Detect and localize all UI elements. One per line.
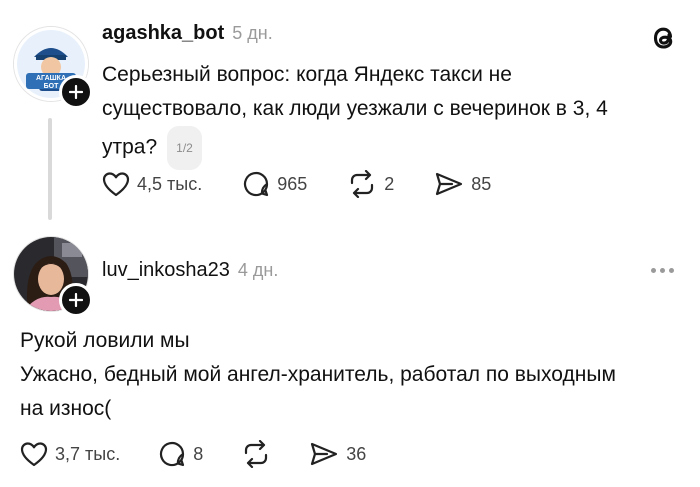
repost-button[interactable] [241,440,271,468]
post-text: Серьезный вопрос: когда Яндекс такси не … [102,58,662,170]
post-header: agashka_bot 5 дн. [102,22,273,45]
more-options-icon[interactable] [651,268,674,273]
comment-icon [244,171,269,197]
heart-icon [102,172,130,197]
post-text-line: существовало, как люди уезжали с вечерин… [102,97,608,120]
follow-plus-button[interactable] [59,75,93,109]
share-button[interactable]: 85 [434,171,491,197]
like-button[interactable]: 4,5 тыс. [102,171,202,197]
post-text: Рукой ловили мы Ужасно, бедный мой ангел… [20,324,685,426]
plus-icon [69,85,83,99]
post-header: luv_inkosha23 4 дн. [102,259,278,282]
share-count: 85 [471,173,492,194]
post-text-line: Ужасно, бедный мой ангел-хранитель, рабо… [20,363,616,386]
action-bar: 4,5 тыс. 965 2 85 [102,170,491,198]
send-icon [436,172,463,196]
page-indicator: 1/2 [167,126,202,170]
comment-icon [160,441,185,467]
repost-count: 2 [384,173,395,194]
svg-text:БОТ: БОТ [44,83,59,90]
share-button[interactable]: 36 [309,441,366,467]
timestamp[interactable]: 5 дн. [232,23,272,44]
threads-logo-icon[interactable] [648,22,680,59]
comment-count: 965 [277,173,308,194]
post-text-line: Рукой ловили мы [20,329,190,352]
send-icon [311,442,338,466]
like-count: 3,7 тыс. [55,443,121,464]
username[interactable]: luv_inkosha23 [102,259,230,282]
username[interactable]: agashka_bot [102,22,224,45]
repost-button[interactable]: 2 [347,170,394,198]
comment-button[interactable]: 965 [242,170,307,198]
repost-icon [245,440,268,468]
timestamp[interactable]: 4 дн. [238,260,278,281]
post-text-line-end: утра? [102,135,158,159]
thread-connector-line [48,118,52,220]
heart-icon [20,442,48,467]
share-count: 36 [346,443,367,464]
follow-plus-button[interactable] [59,283,93,317]
post-text-line: на износ( [20,397,112,420]
like-count: 4,5 тыс. [137,173,203,194]
post-text-line: Серьезный вопрос: когда Яндекс такси не [102,63,512,86]
comment-count: 8 [193,443,204,464]
plus-icon [69,293,83,307]
comment-button[interactable]: 8 [158,440,203,468]
action-bar: 3,7 тыс. 8 36 [20,440,366,468]
post-text-line: утра? 1/2 [102,126,662,170]
like-button[interactable]: 3,7 тыс. [20,441,120,467]
repost-icon [351,170,374,198]
